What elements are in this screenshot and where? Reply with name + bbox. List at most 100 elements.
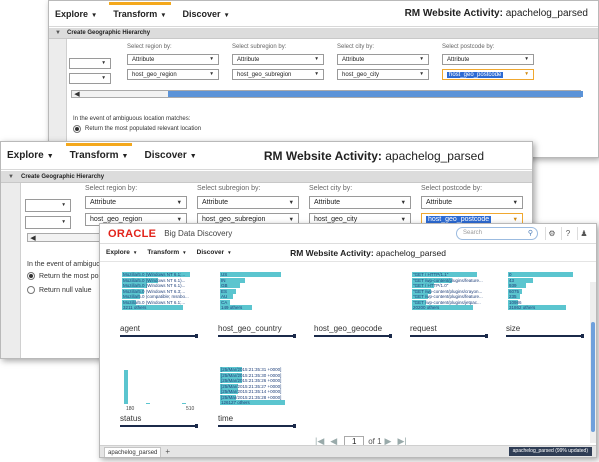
- chevron-down-icon: ▼: [160, 11, 167, 19]
- histogram-bar[interactable]: [181, 403, 186, 404]
- region-type-select[interactable]: Attribute ▼: [127, 54, 219, 65]
- city-label: Select city by:: [337, 44, 375, 50]
- value-label[interactable]: 939: [509, 283, 517, 288]
- scroll-left-icon[interactable]: ◀: [72, 90, 82, 98]
- value-label[interactable]: Mozilla/5.0 (Windows NT 6.3;...: [123, 289, 185, 294]
- nav-discover[interactable]: Discover ▼: [183, 9, 230, 19]
- tile-underline: [506, 334, 584, 338]
- subregion-attr-select[interactable]: host_geo_subregion ▼: [232, 69, 324, 80]
- value-label[interactable]: [25/Mar/2015:21:35:14 +0000]: [221, 389, 281, 394]
- horizontal-scrollbar[interactable]: ◀: [27, 233, 107, 242]
- app-title: RM Website Activity: apachelog_parsed: [264, 149, 484, 163]
- value-label[interactable]: 235: [509, 294, 517, 299]
- scrollbar-thumb[interactable]: [168, 91, 583, 97]
- nav-explore[interactable]: Explore ▼: [7, 150, 54, 161]
- value-label[interactable]: 43: [509, 278, 514, 283]
- postcode-type-select[interactable]: Attribute ▼: [442, 54, 534, 65]
- value-label[interactable]: 3211 others: [123, 305, 146, 310]
- value-label[interactable]: Mozilla/5.0 (compatible; msnbo...: [123, 294, 189, 299]
- subregion-type-value: Attribute: [237, 56, 260, 63]
- value-label[interactable]: Mozilla/5.0 (Windows NT 6.1)...: [123, 283, 185, 288]
- value-label[interactable]: Mozilla/5.0 (Windows NT 6.1;...: [123, 300, 185, 305]
- value-label[interactable]: IN: [221, 278, 226, 283]
- value-label[interactable]: ES: [221, 289, 227, 294]
- value-label[interactable]: "GET /wp-content/plugins/feature...: [413, 278, 483, 283]
- nav-discover[interactable]: Discover ▼: [144, 150, 196, 161]
- value-label[interactable]: "GET /wp-content/plugins/feature...: [413, 294, 483, 299]
- ambiguous-options: In the event of ambiguous location match…: [73, 116, 201, 133]
- horizontal-scrollbar[interactable]: ◀ ▶: [71, 90, 583, 98]
- type-select[interactable]: ▼: [25, 199, 71, 212]
- attr-select[interactable]: ▼: [69, 73, 111, 84]
- vertical-scrollbar[interactable]: [590, 282, 596, 443]
- value-label[interactable]: "GET /wp-content/plugins/crayon...: [413, 289, 482, 294]
- nav-explore[interactable]: Explore ▼: [55, 9, 97, 19]
- tile-host-geo-geocode[interactable]: host_geo_geocode: [314, 272, 402, 338]
- geo-panel-header[interactable]: ▼ Create Geographic Hierarchy: [1, 171, 532, 183]
- value-label[interactable]: "GET / HTTP/1.1": [413, 272, 448, 277]
- city-attr-select[interactable]: host_geo_city ▼: [337, 69, 429, 80]
- tile-host-geo-country[interactable]: US IN GB ES AU CA 149 others host_geo_country: [218, 272, 306, 338]
- region-type-select[interactable]: Attribute ▼: [85, 196, 187, 209]
- subregion-type-select[interactable]: Attribute ▼: [232, 54, 324, 65]
- tile-status[interactable]: 180 510 status: [120, 364, 208, 428]
- tile-agent[interactable]: Mozilla/5.0 (Windows NT 6.1;... Mozilla/5…: [120, 272, 208, 338]
- region-attr-select[interactable]: host_geo_region ▼: [127, 69, 219, 80]
- tile-time[interactable]: [25/Mar/2015:21:35:31 +0000] [25/Mar/2015…: [218, 367, 306, 428]
- scroll-left-icon[interactable]: ◀: [28, 234, 38, 242]
- value-label[interactable]: [25/Mar/2015:21:35:30 +0000]: [221, 373, 281, 378]
- value-label[interactable]: [25/Mar/2015:21:35:31 +0000]: [221, 367, 281, 372]
- subregion-type-select[interactable]: Attribute ▼: [197, 196, 299, 209]
- bottom-bar: apachelog_parsed + apachelog_parsed (99%…: [100, 445, 596, 457]
- country-column-partial: ▼ ▼: [69, 58, 111, 88]
- nav-transform[interactable]: Transform ▼: [147, 249, 186, 256]
- value-label[interactable]: CA: [221, 300, 227, 305]
- value-label[interactable]: "GET / HTTP/1.0": [413, 283, 448, 288]
- value-label[interactable]: GB: [221, 283, 228, 288]
- value-label[interactable]: [25/Mar/2015:21:35:27 +0000]: [221, 384, 281, 389]
- value-label[interactable]: Mozilla/5.0 (Windows NT 6.1;...: [123, 272, 185, 277]
- city-type-select[interactable]: Attribute ▼: [309, 196, 411, 209]
- add-tab-icon[interactable]: +: [165, 447, 170, 456]
- gear-icon[interactable]: ⚙: [545, 227, 558, 240]
- chevron-down-icon: ▼: [512, 216, 518, 223]
- nav-discover[interactable]: Discover ▼: [197, 249, 232, 256]
- value-label[interactable]: 31862 others: [509, 305, 535, 310]
- value-label[interactable]: "GET /wp-content/plugins/jetpac...: [413, 300, 481, 305]
- postcode-attr-select[interactable]: host_geo_postcode ▼: [442, 69, 534, 80]
- app-title-name: apachelog_parsed: [505, 8, 588, 19]
- collapse-triangle-icon[interactable]: ▼: [49, 30, 67, 36]
- value-label[interactable]: Mozilla/5.0 (Windows NT 6.1)...: [123, 278, 185, 283]
- collapse-triangle-icon[interactable]: ▼: [1, 174, 21, 180]
- type-select[interactable]: ▼: [69, 58, 111, 69]
- dataset-tab[interactable]: apachelog_parsed: [104, 446, 162, 457]
- city-type-select[interactable]: Attribute ▼: [337, 54, 429, 65]
- value-label[interactable]: 0: [509, 272, 512, 277]
- user-icon[interactable]: ♟: [577, 227, 590, 240]
- value-label[interactable]: 6075: [509, 289, 519, 294]
- tile-size[interactable]: 0 43 939 6075 235 10986 31862 others size: [506, 272, 594, 338]
- tile-request[interactable]: "GET / HTTP/1.1" "GET /wp-content/plugins…: [410, 272, 498, 338]
- nav-transform[interactable]: Transform ▼: [109, 1, 171, 19]
- scrollbar-thumb[interactable]: [591, 322, 595, 432]
- histogram-bar[interactable]: [124, 370, 129, 404]
- value-label[interactable]: AU: [221, 294, 227, 299]
- postcode-type-select[interactable]: Attribute ▼: [421, 196, 523, 209]
- value-label[interactable]: 126127 others: [221, 400, 250, 405]
- value-label[interactable]: 10986: [509, 300, 522, 305]
- value-label[interactable]: 20200 others: [413, 305, 439, 310]
- search-input[interactable]: Search ⚲: [456, 227, 538, 240]
- nav-explore[interactable]: Explore ▼: [106, 249, 137, 256]
- attr-select[interactable]: ▼: [25, 216, 71, 229]
- value-label[interactable]: [25/Mar/2015:21:35:28 +0000]: [221, 395, 281, 400]
- help-icon[interactable]: ?: [561, 227, 574, 240]
- histogram-bar[interactable]: [145, 403, 150, 404]
- value-label[interactable]: US: [221, 272, 227, 277]
- radio-most-populated[interactable]: Return the most populated relevant locat…: [73, 125, 201, 133]
- value-label[interactable]: 149 others: [221, 305, 242, 310]
- chevron-down-icon: ▼: [61, 220, 66, 225]
- geo-panel-header[interactable]: ▼ Create Geographic Hierarchy: [49, 28, 598, 39]
- value-label[interactable]: [25/Mar/2015:21:35:26 +0000]: [221, 378, 281, 383]
- nav-transform[interactable]: Transform ▼: [65, 143, 133, 161]
- search-icon[interactable]: ⚲: [528, 228, 533, 239]
